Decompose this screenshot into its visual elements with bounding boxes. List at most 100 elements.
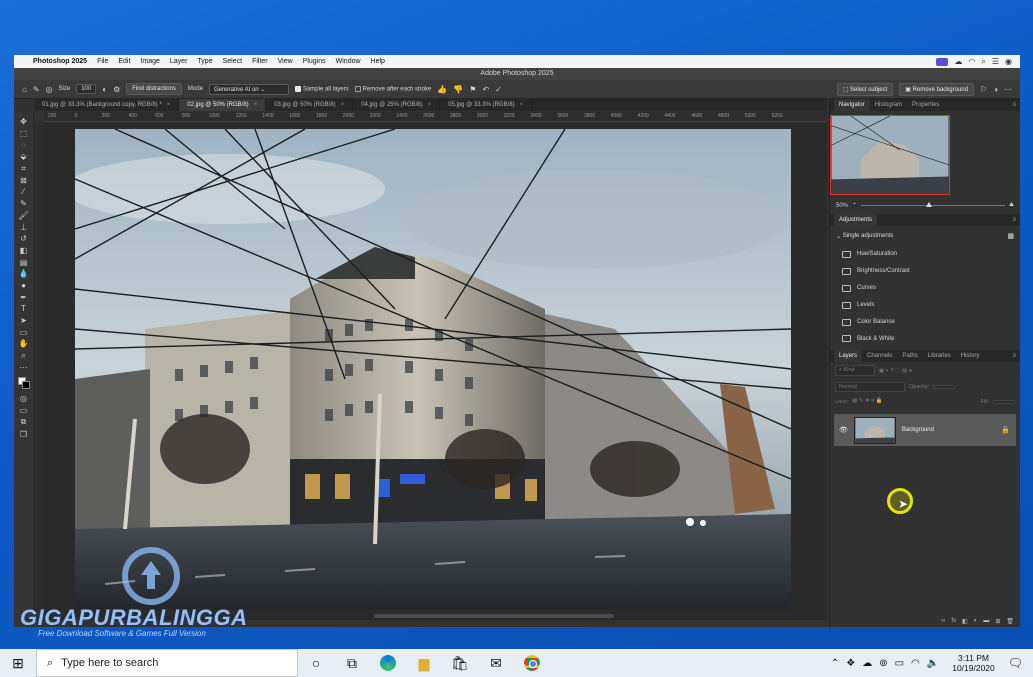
close-icon[interactable]: × [520, 102, 524, 108]
fill-input[interactable] [993, 399, 1015, 404]
horizontal-ruler[interactable]: 200 0 200 400 600 800 1000 1200 1400 1600 1800 2000… [44, 112, 827, 122]
zoom-value[interactable]: 50% [836, 203, 848, 209]
visibility-eye-icon[interactable]: 👁 [839, 426, 848, 434]
remove-after-stroke-checkbox[interactable]: Remove after each stroke [354, 85, 431, 92]
trash-icon[interactable]: 🗑 [1006, 618, 1014, 625]
lock-icons[interactable]: ▦ ✎ ✥ ⌗ 🔒 [852, 398, 882, 405]
volume-icon[interactable]: 🔈 [927, 658, 939, 669]
blend-mode-select[interactable]: Normal [835, 382, 905, 393]
zoom-slider[interactable] [861, 202, 1005, 207]
taskbar-search[interactable]: ⌕ Type here to search [36, 649, 298, 677]
path-select-icon[interactable]: ➤ [17, 315, 31, 327]
undo-icon[interactable]: ↶ [482, 85, 489, 94]
select-subject-button[interactable]: ⬚ Select subject [836, 82, 894, 96]
filter-icons[interactable]: ▣ ◐ T ⬚ ▤ ● [879, 368, 912, 374]
grid-view-icon[interactable]: ▦ [1007, 232, 1014, 240]
doc-tab-03[interactable]: 03.jpg @ 50% (RGB/8) × [266, 99, 354, 111]
notifications-icon[interactable]: 🗨 [1008, 656, 1023, 670]
siri-icon[interactable]: ◉ [1005, 57, 1012, 66]
healing-tool-icon[interactable]: ✎ [17, 198, 31, 210]
zoom-out-icon[interactable]: ⌃ [852, 202, 857, 209]
lasso-tool-icon[interactable]: ◌ [17, 139, 31, 151]
tab-paths[interactable]: Paths [897, 350, 922, 362]
mode-select[interactable]: Generative AI on ⌄ [208, 83, 289, 95]
menu-edit[interactable]: Edit [118, 58, 130, 65]
brush-tool-icon[interactable]: 🖌 [17, 210, 31, 222]
doc-tab-04[interactable]: 04.jpg @ 25% (RGB/8) × [353, 99, 441, 111]
scroll-thumb[interactable] [374, 614, 614, 618]
cloud-icon[interactable]: ☁ [954, 57, 962, 66]
menu-help[interactable]: Help [371, 58, 385, 65]
history-brush-icon[interactable]: ↺ [17, 233, 31, 245]
zoom-slider-knob[interactable] [925, 202, 932, 207]
pressure-icon[interactable]: ◐ [102, 85, 107, 94]
canvas-area[interactable] [44, 122, 827, 612]
zoom-in-icon[interactable]: ⛰ [1009, 202, 1014, 209]
menu-app[interactable]: Photoshop 2025 [33, 58, 87, 65]
more-options-icon[interactable]: ⋯ [1004, 85, 1012, 94]
shape-tool-icon[interactable]: ▭ [17, 326, 31, 338]
settings-gear-icon[interactable]: ⚙ [113, 85, 120, 94]
brush-preset-icon[interactable]: ◎ [46, 85, 53, 94]
close-icon[interactable]: × [428, 102, 432, 108]
panel-menu-icon[interactable]: ≡ [1012, 353, 1020, 359]
tab-channels[interactable]: Channels [862, 350, 897, 362]
wifi-icon[interactable]: ◠ [911, 658, 920, 669]
adjustment-color-balance[interactable]: Color Balance [830, 314, 1020, 331]
eyedropper-tool-icon[interactable]: ⁄ [17, 186, 31, 198]
close-icon[interactable]: × [341, 102, 345, 108]
battery-icon[interactable]: ▭ [895, 658, 904, 669]
tab-history[interactable]: History [956, 350, 985, 362]
task-view-icon[interactable]: ⧉ [334, 649, 370, 677]
remove-background-button[interactable]: ▣ Remove background [899, 82, 974, 96]
crop-tool-icon[interactable]: ⌗ [17, 163, 31, 175]
sample-all-layers-checkbox[interactable]: Sample all layers [294, 85, 349, 92]
document-photo[interactable] [75, 129, 791, 609]
move-tool-icon[interactable]: ✥ [17, 116, 31, 128]
layer-row-background[interactable]: 👁 Background 🔒 [834, 414, 1016, 447]
menu-select[interactable]: Select [223, 58, 242, 65]
close-icon[interactable]: × [254, 102, 258, 108]
menu-plugins[interactable]: Plugins [303, 58, 326, 65]
menu-view[interactable]: View [278, 58, 293, 65]
network-icon[interactable]: ⊚ [879, 658, 887, 669]
store-icon[interactable]: 🛍 [442, 649, 478, 677]
flag-icon[interactable]: ⚑ [469, 85, 476, 94]
gradient-tool-icon[interactable]: ▤ [17, 256, 31, 268]
navigator-thumbnail[interactable] [830, 115, 950, 195]
opacity-input[interactable] [933, 385, 956, 390]
mask-icon[interactable]: ◧ [962, 618, 968, 625]
tab-histogram[interactable]: Histogram [870, 99, 907, 111]
cloud-icon[interactable]: ☁ [862, 658, 872, 669]
file-explorer-icon[interactable]: ▆ [406, 649, 442, 677]
eraser-tool-icon[interactable]: ◧ [17, 245, 31, 257]
screen-mode-icon[interactable]: ▭ [17, 405, 31, 417]
tab-adjustments[interactable]: Adjustments [834, 214, 878, 226]
menu-file[interactable]: File [97, 58, 108, 65]
doc-tab-02[interactable]: 02.jpg @ 50% (RGB/8) × [179, 99, 267, 111]
adjustment-black-white[interactable]: Black & White [830, 330, 1020, 347]
menu-window[interactable]: Window [336, 58, 361, 65]
marquee-tool-icon[interactable]: ⬚ [17, 128, 31, 140]
background-color-swatch[interactable] [21, 381, 30, 390]
search-icon[interactable]: ⌕ [981, 57, 985, 67]
group-folder-icon[interactable]: ▬ [983, 618, 989, 625]
blur-tool-icon[interactable]: 💧 [17, 268, 31, 280]
doc-tab-05[interactable]: 05.jpg @ 33.3% (RGB/8) × [440, 99, 533, 111]
adjustment-brightness-contrast[interactable]: Brightness/Contrast [830, 263, 1020, 280]
control-center-icon[interactable]: ☰ [992, 57, 999, 66]
hand-tool-icon[interactable]: ✋ [17, 338, 31, 350]
menu-filter[interactable]: Filter [252, 58, 268, 65]
mail-icon[interactable]: ✉ [478, 649, 514, 677]
edge-browser-icon[interactable] [370, 649, 406, 677]
remove-tool-icon[interactable]: ✎ [33, 85, 40, 94]
menu-type[interactable]: Type [197, 58, 212, 65]
clock[interactable]: 3:11 PM 10/19/2020 [952, 653, 995, 673]
content-credentials-icon[interactable]: ❐ [17, 428, 31, 440]
share-icon[interactable]: ⧉ [17, 417, 31, 429]
home-icon[interactable]: ⌂ [22, 85, 27, 94]
dropbox-icon[interactable]: ❖ [846, 658, 855, 669]
thumbs-down-icon[interactable]: 👎 [453, 85, 463, 94]
pen-tool-icon[interactable]: ✒ [17, 291, 31, 303]
tab-properties[interactable]: Properties [907, 99, 944, 111]
